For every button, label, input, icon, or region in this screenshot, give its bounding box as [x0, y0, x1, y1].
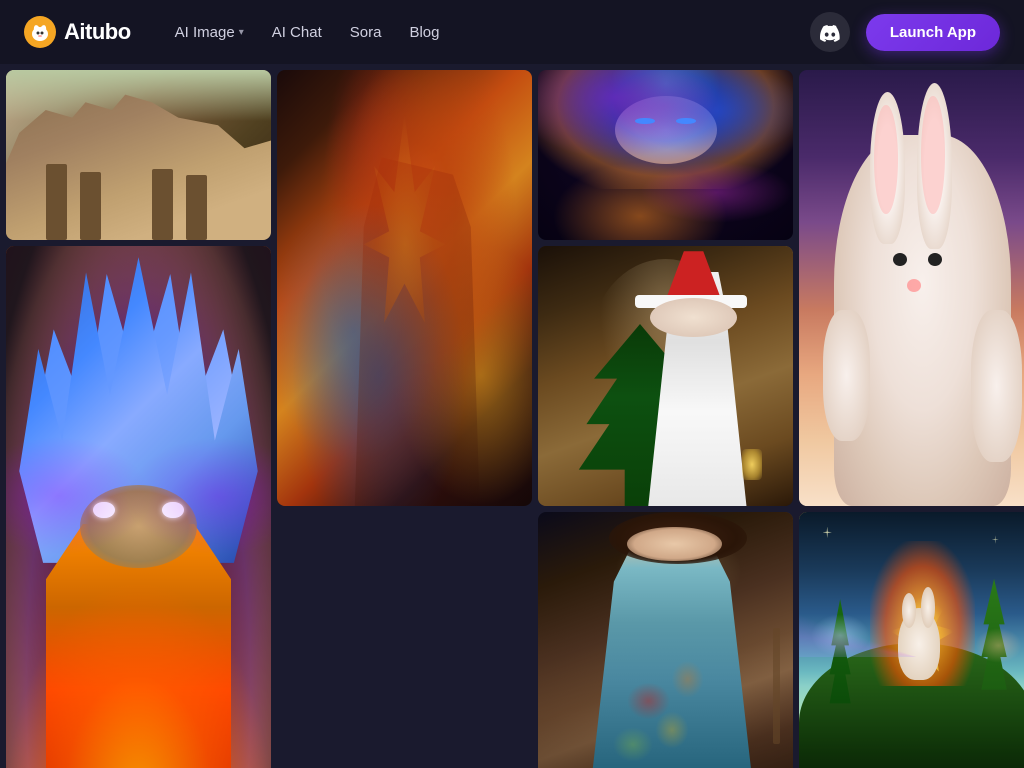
gallery-item-fantasy-woman[interactable] — [538, 70, 793, 240]
nav-label-ai-image: AI Image — [175, 24, 235, 41]
nav-label-ai-chat: AI Chat — [272, 24, 322, 41]
nav-item-blog[interactable]: Blog — [397, 18, 451, 47]
nav-label-sora: Sora — [350, 24, 382, 41]
image-gallery — [0, 64, 1024, 768]
gallery-item-camel[interactable] — [6, 70, 271, 240]
gallery-item-island[interactable] — [799, 512, 1024, 768]
nav-right: Launch App — [810, 12, 1000, 52]
logo[interactable]: Aitubo — [24, 16, 131, 48]
nav-item-sora[interactable]: Sora — [338, 18, 394, 47]
nav-item-ai-chat[interactable]: AI Chat — [260, 18, 334, 47]
gallery-item-bunny[interactable] — [799, 70, 1024, 506]
chevron-down-icon: ▾ — [239, 27, 244, 38]
nav-links: AI Image ▾ AI Chat Sora Blog — [163, 18, 778, 47]
gallery-item-goku[interactable] — [6, 246, 271, 768]
nav-item-ai-image[interactable]: AI Image ▾ — [163, 18, 256, 47]
launch-app-button[interactable]: Launch App — [866, 14, 1000, 51]
gallery-item-dress-woman[interactable] — [538, 512, 793, 768]
logo-text: Aitubo — [64, 19, 131, 45]
gallery-item-christmas[interactable] — [538, 246, 793, 506]
gallery-item-rooster[interactable] — [277, 70, 532, 506]
main-nav: Aitubo AI Image ▾ AI Chat Sora Blog Laun… — [0, 0, 1024, 64]
discord-button[interactable] — [810, 12, 850, 52]
nav-label-blog: Blog — [409, 24, 439, 41]
logo-icon — [24, 16, 56, 48]
